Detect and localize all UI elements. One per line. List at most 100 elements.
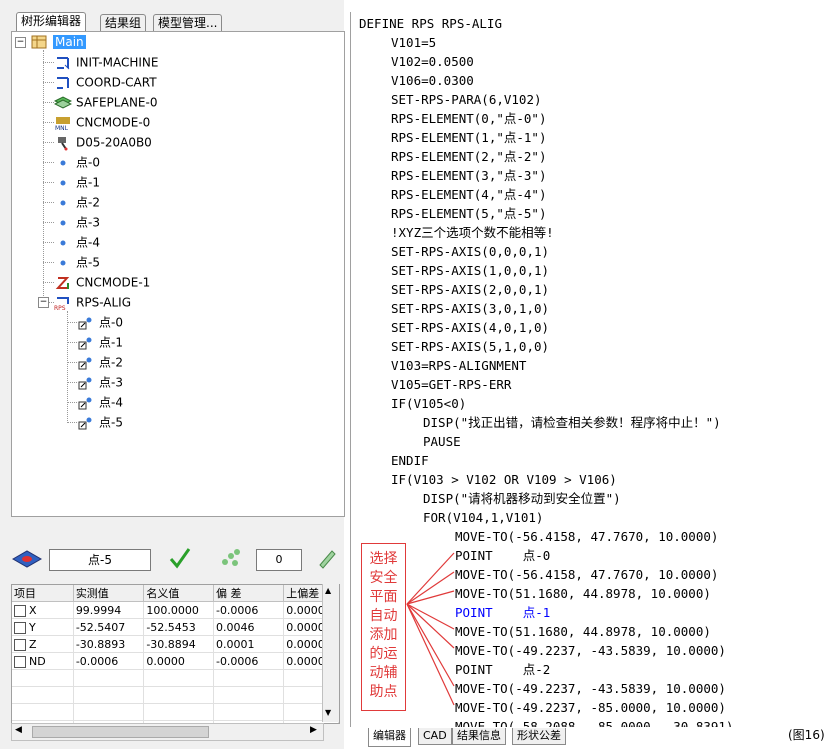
tab-result-info[interactable]: 结果信息 [452, 728, 506, 745]
tree-node-child-point[interactable]: 点-3 [77, 373, 123, 391]
check-icon[interactable] [169, 546, 191, 570]
tab-result-group[interactable]: 结果组 [100, 14, 147, 32]
code-line[interactable]: MOVE-TO(-49.2237, -85.0000, 10.0000) [455, 698, 726, 717]
row-checkbox[interactable] [14, 621, 26, 634]
code-line[interactable]: DISP("找正出错，请检查相关参数！程序将中止！") [423, 413, 721, 432]
scroll-left-icon[interactable]: ◀ [15, 725, 22, 735]
code-line[interactable]: DEFINE RPS RPS-ALIG [359, 14, 502, 33]
code-line[interactable]: RPS-ELEMENT(2,"点-2") [391, 147, 547, 166]
code-line[interactable]: ENDIF [391, 451, 429, 470]
tree-node-child-point[interactable]: 点-1 [77, 333, 123, 351]
tree-view[interactable]: − Main INIT-MACHINE COORD-CART SAFEPLANE-0 MN… [11, 31, 345, 517]
code-line[interactable]: MOVE-TO(-49.2237, -43.5839, 10.0000) [455, 679, 726, 698]
code-line[interactable]: RPS-ELEMENT(5,"点-5") [391, 204, 547, 223]
code-line[interactable]: IF(V103 > V102 OR V109 > V106) [391, 470, 617, 489]
tab-tree-editor[interactable]: 树形编辑器 [16, 12, 87, 32]
code-line[interactable]: SET-RPS-PARA(6,V102) [391, 90, 542, 109]
grid-vertical-scrollbar[interactable]: ▲ ▼ [322, 584, 339, 722]
code-line[interactable]: RPS-ELEMENT(4,"点-4") [391, 185, 547, 204]
tab-shape-tolerance[interactable]: 形状公差 [512, 728, 566, 745]
code-line[interactable]: V102=0.0500 [391, 52, 474, 71]
code-line[interactable]: !XYZ三个选项个数不能相等! [391, 223, 554, 242]
row-checkbox[interactable] [14, 638, 26, 651]
code-line[interactable]: RPS-ELEMENT(0,"点-0") [391, 109, 547, 128]
code-line[interactable]: V101=5 [391, 33, 436, 52]
point-probe-icon[interactable] [11, 547, 43, 569]
code-line[interactable]: POINT 点-2 [455, 660, 550, 679]
grid-header-item[interactable]: 项目 [12, 585, 74, 602]
tree-node-main[interactable]: Main [31, 32, 86, 50]
code-line[interactable]: MOVE-TO(51.1680, 44.8978, 10.0000) [455, 622, 711, 641]
tab-model-manager[interactable]: 模型管理... [153, 14, 223, 32]
horizontal-scroll-thumb[interactable] [32, 726, 209, 738]
tree-node-item[interactable]: RPS RPS-ALIG [54, 293, 131, 312]
tree-node-item[interactable]: 点-1 [54, 173, 100, 191]
tree-node-item[interactable]: SAFEPLANE-0 [53, 93, 157, 111]
grid-row[interactable]: Z -30.8893 -30.8894 0.0001 0.0000 [12, 635, 339, 653]
grid-row[interactable]: X 99.9994 100.0000 -0.0006 0.0000 [12, 601, 339, 619]
code-line[interactable]: MOVE-TO(-56.4158, 47.7670, 10.0000) [455, 565, 718, 584]
tree-node-item[interactable]: INIT-MACHINE [54, 53, 158, 71]
grid-row[interactable] [12, 669, 339, 687]
tree-node-child-point[interactable]: 点-4 [77, 393, 123, 411]
code-line[interactable]: PAUSE [423, 432, 461, 451]
code-line[interactable]: DISP("请将机器移动到安全位置") [423, 489, 621, 508]
row-checkbox[interactable] [14, 604, 26, 617]
code-line[interactable]: FOR(V104,1,V101) [423, 508, 543, 527]
code-line[interactable]: IF(V105<0) [391, 394, 466, 413]
scroll-up-icon[interactable]: ▲ [325, 586, 331, 595]
point-link-icon [77, 355, 95, 371]
tree-node-item[interactable]: 点-2 [54, 193, 100, 211]
tree-guide-line [43, 182, 54, 183]
code-line[interactable]: SET-RPS-AXIS(1,0,0,1) [391, 261, 549, 280]
tree-node-item[interactable]: D05-20A0B0 [54, 133, 152, 151]
tree-node-item[interactable]: 点-5 [54, 253, 100, 271]
code-line[interactable]: V106=0.0300 [391, 71, 474, 90]
root-collapse-icon[interactable]: − [15, 37, 26, 48]
result-grid[interactable]: 项目 实测值 名义值 偏 差 上偏差 X 99.9994 100.0000 -0.00… [11, 584, 340, 724]
tree-node-item[interactable]: 点-3 [54, 213, 100, 231]
tab-cad[interactable]: CAD [418, 728, 452, 745]
grid-row[interactable]: ND -0.0006 0.0000 -0.0006 0.0000 [12, 652, 339, 670]
tree-node-item[interactable]: 点-4 [54, 233, 100, 251]
code-line[interactable]: SET-RPS-AXIS(4,0,1,0) [391, 318, 549, 337]
grid-header-deviation[interactable]: 偏 差 [213, 585, 285, 602]
code-line[interactable]: SET-RPS-AXIS(5,1,0,0) [391, 337, 549, 356]
point-name-field[interactable]: 点-5 [49, 549, 151, 571]
scroll-down-icon[interactable]: ▼ [325, 708, 331, 717]
tab-editor[interactable]: 编辑器 [368, 728, 411, 747]
code-line[interactable]: SET-RPS-AXIS(2,0,0,1) [391, 280, 549, 299]
code-line[interactable]: V103=RPS-ALIGNMENT [391, 356, 526, 375]
code-line[interactable]: MOVE-TO(51.1680, 44.8978, 10.0000) [455, 584, 711, 603]
tree-node-child-point[interactable]: 点-0 [77, 313, 123, 331]
code-line[interactable]: V105=GET-RPS-ERR [391, 375, 511, 394]
tree-node-item[interactable]: CNCMODE-1 [54, 273, 150, 291]
grid-header-measured[interactable]: 实测值 [73, 585, 145, 602]
tree-node-child-point[interactable]: 点-5 [77, 413, 123, 431]
tree-node-item[interactable]: MNL CNCMODE-0 [54, 113, 150, 132]
grid-row[interactable]: Y -52.5407 -52.5453 0.0046 0.0000 [12, 618, 339, 636]
tree-node-item[interactable]: COORD-CART [54, 73, 157, 91]
scroll-right-icon[interactable]: ▶ [310, 725, 317, 735]
code-line[interactable]: SET-RPS-AXIS(0,0,0,1) [391, 242, 549, 261]
tree-node-label: D05-20A0B0 [76, 135, 152, 150]
grid-row[interactable] [12, 686, 339, 704]
code-line[interactable]: POINT 点-0 [455, 546, 550, 565]
code-line[interactable]: POINT 点-1 [455, 603, 550, 622]
code-line[interactable]: SET-RPS-AXIS(3,0,1,0) [391, 299, 549, 318]
grid-horizontal-scrollbar[interactable]: ◀ ▶ [11, 723, 324, 741]
grid-row[interactable] [12, 703, 339, 721]
pencil-icon[interactable] [316, 547, 336, 569]
code-line[interactable]: RPS-ELEMENT(1,"点-1") [391, 128, 547, 147]
tree-node-child-point[interactable]: 点-2 [77, 353, 123, 371]
grid-header-nominal[interactable]: 名义值 [143, 585, 214, 602]
tree-node-item[interactable]: 点-0 [54, 153, 100, 171]
row-checkbox[interactable] [14, 655, 26, 668]
count-field[interactable]: 0 [256, 549, 302, 571]
rps-collapse-icon[interactable]: − [38, 297, 49, 308]
code-line[interactable]: RPS-ELEMENT(3,"点-3") [391, 166, 547, 185]
code-line[interactable]: MOVE-TO(-58.2088, -85.0000, -30.8391) [455, 717, 733, 727]
code-line[interactable]: MOVE-TO(-49.2237, -43.5839, 10.0000) [455, 641, 726, 660]
code-line[interactable]: MOVE-TO(-56.4158, 47.7670, 10.0000) [455, 527, 718, 546]
points-group-icon[interactable] [219, 548, 243, 568]
